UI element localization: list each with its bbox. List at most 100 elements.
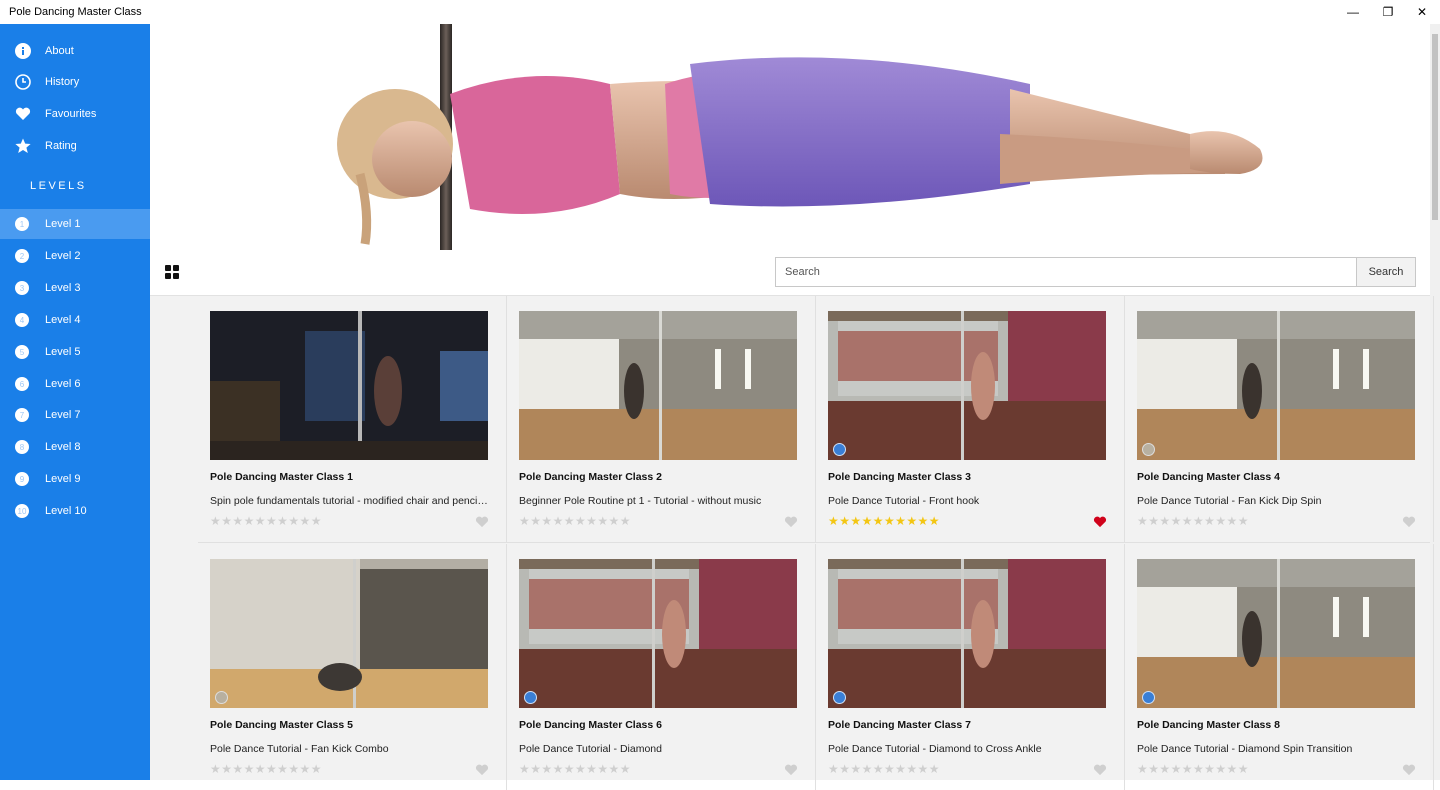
star-icon[interactable]: ★ bbox=[244, 763, 255, 775]
sidebar-item-history[interactable]: History bbox=[0, 67, 150, 97]
star-icon[interactable]: ★ bbox=[575, 763, 586, 775]
star-icon[interactable]: ★ bbox=[221, 763, 232, 775]
maximize-button[interactable]: ❐ bbox=[1371, 0, 1405, 24]
star-icon[interactable]: ★ bbox=[311, 515, 322, 527]
star-rating[interactable]: ★ ★ ★ ★ ★ ★ ★ ★ ★ ★ bbox=[519, 763, 631, 775]
star-icon[interactable]: ★ bbox=[586, 763, 597, 775]
star-icon[interactable]: ★ bbox=[884, 515, 895, 527]
sidebar-item-about[interactable]: About bbox=[0, 36, 150, 66]
video-card[interactable]: Pole Dancing Master Class 7 Pole Dance Tu… bbox=[815, 544, 1125, 790]
favourite-heart-icon[interactable] bbox=[1093, 763, 1107, 776]
search-button[interactable]: Search bbox=[1356, 257, 1416, 287]
video-card[interactable]: Pole Dancing Master Class 1 Spin pole fun… bbox=[197, 296, 507, 542]
sidebar-item-level-4[interactable]: 4 Level 4 bbox=[0, 305, 150, 335]
star-icon[interactable]: ★ bbox=[884, 763, 895, 775]
star-icon[interactable]: ★ bbox=[828, 763, 839, 775]
star-icon[interactable]: ★ bbox=[839, 515, 850, 527]
star-icon[interactable]: ★ bbox=[620, 763, 631, 775]
sidebar-item-level-8[interactable]: 8 Level 8 bbox=[0, 432, 150, 462]
star-rating[interactable]: ★ ★ ★ ★ ★ ★ ★ ★ ★ ★ bbox=[210, 515, 322, 527]
star-rating[interactable]: ★ ★ ★ ★ ★ ★ ★ ★ ★ ★ bbox=[519, 515, 631, 527]
star-icon[interactable]: ★ bbox=[1238, 515, 1249, 527]
star-icon[interactable]: ★ bbox=[1193, 763, 1204, 775]
star-rating[interactable]: ★ ★ ★ ★ ★ ★ ★ ★ ★ ★ bbox=[210, 763, 322, 775]
video-thumbnail[interactable] bbox=[210, 559, 488, 708]
sidebar-item-level-6[interactable]: 6 Level 6 bbox=[0, 369, 150, 399]
star-icon[interactable]: ★ bbox=[862, 763, 873, 775]
sidebar-item-level-1[interactable]: 1 Level 1 bbox=[0, 209, 150, 239]
search-input[interactable] bbox=[775, 257, 1357, 287]
star-icon[interactable]: ★ bbox=[1137, 515, 1148, 527]
star-icon[interactable]: ★ bbox=[266, 763, 277, 775]
sidebar-item-level-5[interactable]: 5 Level 5 bbox=[0, 337, 150, 367]
video-card[interactable]: Pole Dancing Master Class 5 Pole Dance Tu… bbox=[197, 544, 507, 790]
star-icon[interactable]: ★ bbox=[1148, 515, 1159, 527]
star-icon[interactable]: ★ bbox=[1171, 763, 1182, 775]
star-icon[interactable]: ★ bbox=[575, 515, 586, 527]
star-icon[interactable]: ★ bbox=[255, 763, 266, 775]
close-button[interactable]: ✕ bbox=[1405, 0, 1439, 24]
video-card[interactable]: Pole Dancing Master Class 4 Pole Dance Tu… bbox=[1124, 296, 1434, 542]
video-thumbnail[interactable] bbox=[1137, 559, 1415, 708]
star-icon[interactable]: ★ bbox=[839, 763, 850, 775]
star-icon[interactable]: ★ bbox=[609, 515, 620, 527]
star-icon[interactable]: ★ bbox=[586, 515, 597, 527]
star-icon[interactable]: ★ bbox=[255, 515, 266, 527]
star-icon[interactable]: ★ bbox=[564, 515, 575, 527]
star-icon[interactable]: ★ bbox=[210, 515, 221, 527]
sidebar-item-favourites[interactable]: Favourites bbox=[0, 99, 150, 129]
sidebar-item-level-10[interactable]: 10 Level 10 bbox=[0, 496, 150, 526]
star-icon[interactable]: ★ bbox=[906, 515, 917, 527]
star-icon[interactable]: ★ bbox=[850, 515, 861, 527]
star-icon[interactable]: ★ bbox=[918, 763, 929, 775]
video-card[interactable]: Pole Dancing Master Class 3 Pole Dance Tu… bbox=[815, 296, 1125, 542]
video-thumbnail[interactable] bbox=[519, 311, 797, 460]
star-icon[interactable]: ★ bbox=[929, 763, 940, 775]
video-card[interactable]: Pole Dancing Master Class 2 Beginner Pole… bbox=[506, 296, 816, 542]
star-icon[interactable]: ★ bbox=[541, 763, 552, 775]
star-icon[interactable]: ★ bbox=[210, 763, 221, 775]
star-icon[interactable]: ★ bbox=[1137, 763, 1148, 775]
grid-view-icon[interactable] bbox=[165, 265, 181, 281]
star-icon[interactable]: ★ bbox=[519, 763, 530, 775]
favourite-heart-icon[interactable] bbox=[1402, 515, 1416, 528]
star-icon[interactable]: ★ bbox=[300, 515, 311, 527]
video-thumbnail[interactable] bbox=[210, 311, 488, 460]
star-icon[interactable]: ★ bbox=[288, 515, 299, 527]
star-icon[interactable]: ★ bbox=[1148, 763, 1159, 775]
star-icon[interactable]: ★ bbox=[1159, 763, 1170, 775]
star-icon[interactable]: ★ bbox=[232, 763, 243, 775]
sidebar-item-level-2[interactable]: 2 Level 2 bbox=[0, 241, 150, 271]
star-icon[interactable]: ★ bbox=[620, 515, 631, 527]
star-icon[interactable]: ★ bbox=[873, 763, 884, 775]
star-icon[interactable]: ★ bbox=[1238, 763, 1249, 775]
scrollbar-thumb[interactable] bbox=[1432, 34, 1438, 220]
star-icon[interactable]: ★ bbox=[918, 515, 929, 527]
star-icon[interactable]: ★ bbox=[1204, 515, 1215, 527]
star-icon[interactable]: ★ bbox=[1182, 515, 1193, 527]
star-icon[interactable]: ★ bbox=[609, 763, 620, 775]
sidebar-item-level-9[interactable]: 9 Level 9 bbox=[0, 464, 150, 494]
star-icon[interactable]: ★ bbox=[1193, 515, 1204, 527]
star-icon[interactable]: ★ bbox=[1227, 515, 1238, 527]
favourite-heart-icon[interactable] bbox=[475, 763, 489, 776]
star-rating[interactable]: ★ ★ ★ ★ ★ ★ ★ ★ ★ ★ bbox=[828, 763, 940, 775]
sidebar-item-rating[interactable]: Rating bbox=[0, 131, 150, 161]
favourite-heart-icon[interactable] bbox=[475, 515, 489, 528]
star-icon[interactable]: ★ bbox=[277, 515, 288, 527]
star-icon[interactable]: ★ bbox=[277, 763, 288, 775]
video-thumbnail[interactable] bbox=[828, 559, 1106, 708]
star-icon[interactable]: ★ bbox=[530, 515, 541, 527]
star-icon[interactable]: ★ bbox=[1215, 763, 1226, 775]
star-icon[interactable]: ★ bbox=[850, 763, 861, 775]
star-icon[interactable]: ★ bbox=[266, 515, 277, 527]
star-icon[interactable]: ★ bbox=[530, 763, 541, 775]
star-icon[interactable]: ★ bbox=[288, 763, 299, 775]
favourite-heart-icon[interactable] bbox=[1402, 763, 1416, 776]
star-icon[interactable]: ★ bbox=[1182, 763, 1193, 775]
favourite-heart-icon[interactable] bbox=[784, 515, 798, 528]
star-icon[interactable]: ★ bbox=[862, 515, 873, 527]
video-card[interactable]: Pole Dancing Master Class 8 Pole Dance Tu… bbox=[1124, 544, 1434, 790]
star-rating[interactable]: ★ ★ ★ ★ ★ ★ ★ ★ ★ ★ bbox=[1137, 515, 1249, 527]
star-icon[interactable]: ★ bbox=[597, 515, 608, 527]
